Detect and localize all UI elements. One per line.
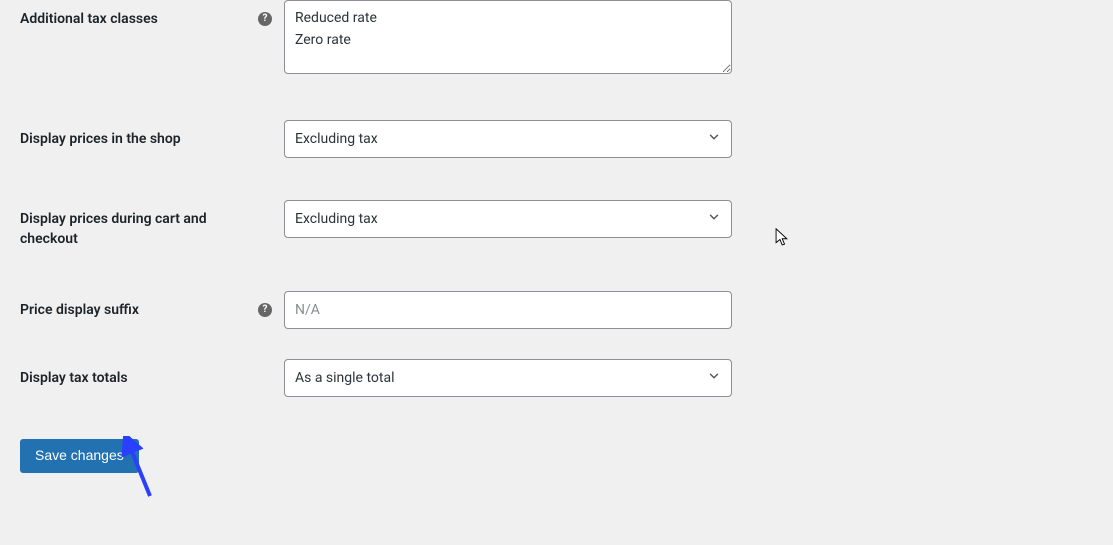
help-col: ? xyxy=(258,291,280,317)
price-display-suffix-input[interactable] xyxy=(284,291,732,329)
label-additional-tax-classes: Additional tax classes xyxy=(20,10,158,30)
select-value: Excluding tax xyxy=(295,131,378,147)
chevron-down-icon xyxy=(707,369,721,387)
label-display-prices-shop: Display prices in the shop xyxy=(20,130,181,150)
select-value: Excluding tax xyxy=(295,211,378,227)
row-additional-tax-classes: Additional tax classes ? xyxy=(20,0,1093,78)
help-col xyxy=(258,120,280,132)
help-icon[interactable]: ? xyxy=(258,12,272,26)
row-price-display-suffix: Price display suffix ? xyxy=(20,291,1093,329)
field-col: As a single total xyxy=(284,359,732,397)
field-col: Excluding tax xyxy=(284,120,732,158)
field-col xyxy=(284,291,732,329)
label-display-tax-totals: Display tax totals xyxy=(20,369,128,389)
display-prices-shop-select[interactable]: Excluding tax xyxy=(284,120,732,158)
help-icon[interactable]: ? xyxy=(258,303,272,317)
help-col: ? xyxy=(258,0,280,26)
label-col: Price display suffix xyxy=(20,291,280,321)
label-col: Display tax totals xyxy=(20,359,280,389)
label-col: Display prices in the shop xyxy=(20,120,280,150)
row-display-prices-shop: Display prices in the shop Excluding tax xyxy=(20,120,1093,158)
row-display-prices-cart: Display prices during cart and checkout … xyxy=(20,200,1093,249)
chevron-down-icon xyxy=(707,210,721,228)
save-changes-button[interactable]: Save changes xyxy=(20,439,139,473)
row-display-tax-totals: Display tax totals As a single total xyxy=(20,359,1093,397)
display-prices-cart-select[interactable]: Excluding tax xyxy=(284,200,732,238)
tax-settings-form: Additional tax classes ? Display prices … xyxy=(0,0,1113,493)
label-price-display-suffix: Price display suffix xyxy=(20,301,139,321)
label-col: Display prices during cart and checkout xyxy=(20,200,280,249)
field-col xyxy=(284,0,732,78)
display-tax-totals-select[interactable]: As a single total xyxy=(284,359,732,397)
help-col xyxy=(258,359,280,371)
chevron-down-icon xyxy=(707,130,721,148)
label-display-prices-cart: Display prices during cart and checkout xyxy=(20,210,240,249)
additional-tax-classes-textarea[interactable] xyxy=(284,0,732,74)
help-col xyxy=(258,200,280,212)
field-col: Excluding tax xyxy=(284,200,732,238)
select-value: As a single total xyxy=(295,370,394,386)
label-col: Additional tax classes xyxy=(20,0,280,30)
